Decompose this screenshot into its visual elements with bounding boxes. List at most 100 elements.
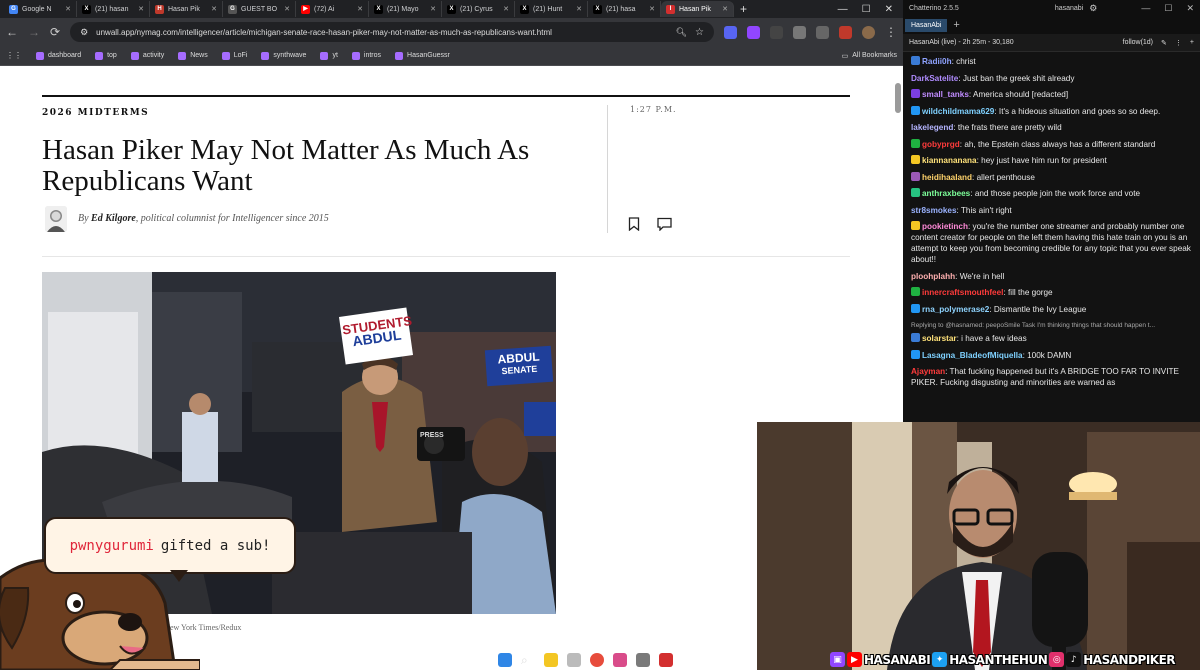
author-link[interactable]: Ed Kilgore xyxy=(91,213,136,224)
all-bookmarks-button[interactable]: ▭ All Bookmarks xyxy=(842,52,897,60)
chat-username[interactable]: kiannananana xyxy=(922,156,977,165)
comment-icon[interactable] xyxy=(657,217,672,231)
forward-icon[interactable]: → xyxy=(28,25,40,39)
save-bookmark-icon[interactable] xyxy=(628,217,640,231)
address-bar[interactable]: ⚙ unwall.app/nymag.com/intelligencer/art… xyxy=(70,22,714,42)
site-info-icon[interactable]: ⚙ xyxy=(80,27,88,38)
article-rubric[interactable]: 2026 MIDTERMS xyxy=(42,108,149,118)
search-icon[interactable]: ⌕ xyxy=(521,653,535,667)
chrome-icon[interactable] xyxy=(590,653,604,667)
browser-tab[interactable]: H Hasan Pik ✕ xyxy=(150,1,223,17)
reload-icon[interactable]: ⟳ xyxy=(50,25,60,39)
chat-badge-icon[interactable] xyxy=(911,221,920,230)
chat-username[interactable]: pookietinch xyxy=(922,222,968,231)
reply-context[interactable]: Replying to @hasnamed: peepoSmile Task I… xyxy=(911,320,1194,331)
tab-close-icon[interactable]: ✕ xyxy=(722,5,728,13)
browser-tab[interactable]: ▶ (72) Ai ✕ xyxy=(296,1,369,17)
chat-username[interactable]: small_tanks xyxy=(922,90,969,99)
tab-close-icon[interactable]: ✕ xyxy=(576,5,582,13)
minimize-icon[interactable]: — xyxy=(1141,3,1150,14)
chat-badge-icon[interactable] xyxy=(911,171,920,181)
browser-tab[interactable]: X (21) Cyrus ✕ xyxy=(442,1,515,17)
profile-avatar[interactable] xyxy=(862,25,875,39)
browser-tab[interactable]: I Hasan Pik ✕ xyxy=(661,1,734,17)
tab-close-icon[interactable]: ✕ xyxy=(138,5,144,13)
extension-2-icon[interactable] xyxy=(747,25,760,39)
close-icon[interactable]: ✕ xyxy=(1186,3,1194,14)
zoom-icon[interactable]: 🔍︎ xyxy=(676,27,687,38)
extension-1-icon[interactable] xyxy=(724,25,737,39)
browser-tab[interactable]: X (21) hasan ✕ xyxy=(77,1,150,17)
chat-username[interactable]: heidihaaland xyxy=(922,173,972,182)
browser-tab[interactable]: X (21) hasa ✕ xyxy=(588,1,661,17)
bookmark-item[interactable]: dashboard xyxy=(36,51,81,60)
maximize-icon[interactable]: ☐ xyxy=(862,4,871,15)
extension-6-icon[interactable] xyxy=(839,25,852,39)
bookmark-item[interactable]: LoFi xyxy=(221,51,247,60)
extension-4-icon[interactable] xyxy=(793,25,806,39)
tab-close-icon[interactable]: ✕ xyxy=(65,5,71,13)
chat-username[interactable]: Ajayman xyxy=(911,367,945,376)
tab-close-icon[interactable]: ✕ xyxy=(430,5,436,13)
chat-username[interactable]: lakelegend xyxy=(911,123,953,132)
new-tab-icon[interactable]: + xyxy=(734,2,753,16)
bookmark-item[interactable]: News xyxy=(178,51,208,60)
chat-username[interactable]: str8smokes xyxy=(911,206,957,215)
app-icon[interactable] xyxy=(567,653,581,667)
account-name[interactable]: hasanabi xyxy=(1055,5,1083,12)
chat-badge-icon[interactable] xyxy=(911,138,920,148)
bookmark-item[interactable]: synthwave xyxy=(261,51,306,60)
chat-badge-icon[interactable] xyxy=(911,105,920,115)
file-explorer-icon[interactable] xyxy=(544,653,558,667)
tab-hasanabi[interactable]: HasanAbi xyxy=(905,18,948,32)
close-icon[interactable]: ✕ xyxy=(885,4,893,15)
moderation-icon[interactable]: ✎ xyxy=(1161,39,1167,47)
bookmark-item[interactable]: top xyxy=(95,51,117,60)
chat-badge-icon[interactable] xyxy=(911,56,920,65)
extension-5-icon[interactable] xyxy=(816,25,829,39)
chat-username[interactable]: anthraxbees xyxy=(922,189,970,198)
bookmark-item[interactable]: intros xyxy=(351,51,381,60)
browser-tab[interactable]: X (21) Mayo ✕ xyxy=(369,1,442,17)
chat-username[interactable]: Lasagna_BladeofMiquella xyxy=(922,351,1023,360)
chat-badge-icon[interactable] xyxy=(911,89,920,98)
chat-badge-icon[interactable] xyxy=(911,349,920,359)
app3-icon[interactable] xyxy=(636,653,650,667)
tab-close-icon[interactable]: ✕ xyxy=(211,5,217,13)
bookmark-item[interactable]: HasanGuessr xyxy=(395,51,450,60)
chat-username[interactable]: solarstar xyxy=(922,334,957,343)
browser-tab[interactable]: X (21) Hunt ✕ xyxy=(515,1,588,17)
apps-grid-icon[interactable]: ⋮⋮ xyxy=(6,51,22,60)
maximize-icon[interactable]: ☐ xyxy=(1164,3,1172,14)
chat-username[interactable]: DarkSatelite xyxy=(911,74,958,83)
tab-close-icon[interactable]: ✕ xyxy=(503,5,509,13)
chat-username[interactable]: rna_polymerase2 xyxy=(922,305,989,314)
tab-close-icon[interactable]: ✕ xyxy=(649,5,655,13)
chat-username[interactable]: ploohplahh xyxy=(911,272,955,281)
bookmark-item[interactable]: yt xyxy=(320,51,338,60)
chat-badge-icon[interactable] xyxy=(911,303,920,313)
chat-badge-icon[interactable] xyxy=(911,188,920,197)
browser-tab[interactable]: G GUEST BO ✕ xyxy=(223,1,296,17)
follow-mode[interactable]: follow(1d) xyxy=(1123,39,1153,46)
bookmark-item[interactable]: activity xyxy=(130,51,164,60)
add-split-icon[interactable]: + xyxy=(1190,39,1194,46)
chat-badge-icon[interactable] xyxy=(911,287,920,296)
tab-close-icon[interactable]: ✕ xyxy=(357,5,363,13)
chat-badge-icon[interactable] xyxy=(911,155,920,164)
chat-username[interactable]: wildchildmama629 xyxy=(922,107,994,116)
add-tab-icon[interactable]: + xyxy=(953,19,959,31)
star-icon[interactable]: ☆ xyxy=(695,27,704,38)
app2-icon[interactable] xyxy=(613,653,627,667)
browser-tab[interactable]: G Google N ✕ xyxy=(4,1,77,17)
chat-badge-icon[interactable] xyxy=(911,333,920,342)
scrollbar-thumb[interactable] xyxy=(895,83,901,113)
minimize-icon[interactable]: — xyxy=(838,4,848,15)
settings-gear-icon[interactable]: ⚙ xyxy=(1089,3,1097,14)
tab-close-icon[interactable]: ✕ xyxy=(284,5,290,13)
split-menu-icon[interactable]: ⋮ xyxy=(1175,39,1182,47)
start-icon[interactable] xyxy=(498,653,512,667)
app4-icon[interactable] xyxy=(659,653,673,667)
chat-username[interactable]: Radii0h xyxy=(922,57,952,66)
extension-3-icon[interactable] xyxy=(770,25,783,39)
